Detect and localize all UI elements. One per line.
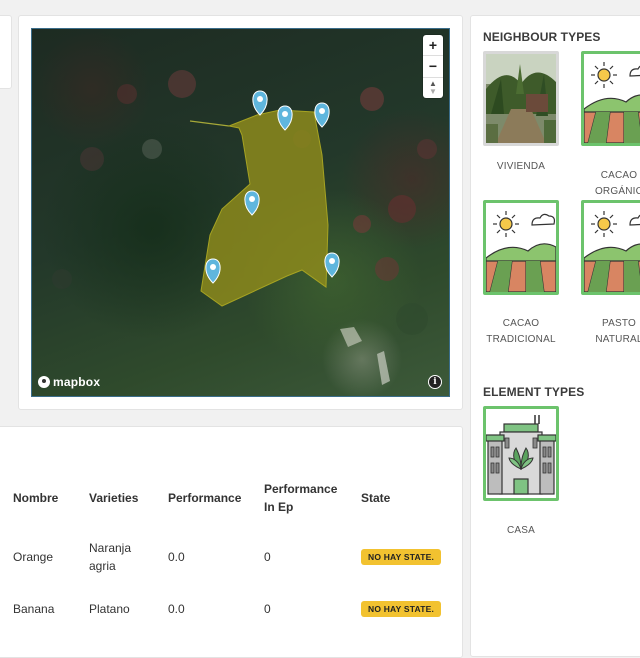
status-badge: NO HAY STATE. xyxy=(361,549,442,565)
neighbour-tile-cacao-tradicional[interactable] xyxy=(483,200,559,295)
neighbour-label: NATURAL xyxy=(595,334,640,345)
house-photo xyxy=(486,54,556,143)
neighbour-label: VIVIENDA xyxy=(496,161,546,172)
zoom-out-button[interactable]: − xyxy=(423,56,443,78)
neighbour-tile-cacao-organico[interactable] xyxy=(581,51,640,146)
element-label: CASA xyxy=(506,525,536,536)
status-badge: NO HAY STATE. xyxy=(361,601,442,617)
table-cell-performance: 0.0 xyxy=(168,602,185,616)
table-cell-performance: 0.0 xyxy=(168,550,185,564)
table-cell-nombre: Orange xyxy=(13,550,54,564)
types-panel: NEIGHBOUR TYPES VIVIENDA CACAO ORGÁNIC C… xyxy=(470,15,640,657)
table-cell-performance-ep: 0 xyxy=(264,550,271,564)
compass-button[interactable]: ▲ ▼ xyxy=(423,78,443,98)
attribution-info-button[interactable]: i xyxy=(428,375,442,389)
element-tile-casa[interactable] xyxy=(483,406,559,501)
farm-field-icon xyxy=(584,203,640,292)
neighbour-tile-vivienda[interactable] xyxy=(483,51,559,146)
mapbox-icon xyxy=(38,376,50,388)
compass-south-icon: ▼ xyxy=(429,86,437,96)
table-cell-nombre: Banana xyxy=(13,602,55,616)
mapbox-wordmark: mapbox xyxy=(53,375,101,389)
map-marker-icon[interactable] xyxy=(244,190,260,216)
farm-field-icon xyxy=(584,54,640,143)
column-header-performance: Performance xyxy=(168,491,242,505)
map-marker-icon[interactable] xyxy=(314,102,330,128)
column-header-performance-in-ep: Performance In Ep xyxy=(264,482,338,514)
column-header-state: State xyxy=(361,491,391,505)
map-marker-icon[interactable] xyxy=(252,90,268,116)
column-header-varieties: Varieties xyxy=(89,491,139,505)
neighbour-tile-pasto-natural[interactable] xyxy=(581,200,640,295)
farm-field-icon xyxy=(486,203,556,292)
zoom-controls: + − ▲ ▼ xyxy=(423,35,443,98)
map-marker-icon[interactable] xyxy=(205,258,221,284)
column-header-nombre: Nombre xyxy=(13,491,59,505)
neighbour-label: ORGÁNIC xyxy=(594,186,640,197)
table-cell-variety: Naranja agria xyxy=(89,541,132,573)
zoom-in-button[interactable]: + xyxy=(423,35,443,57)
table-cell-variety: Platano xyxy=(89,602,130,616)
table-cell-performance-ep: 0 xyxy=(264,602,271,616)
map-card: + − ▲ ▼ mapbox i xyxy=(18,15,463,410)
neighbour-label: TRADICIONAL xyxy=(486,334,556,345)
neighbour-types-title: NEIGHBOUR TYPES xyxy=(483,30,601,44)
eco-building-icon xyxy=(486,409,556,498)
satellite-map[interactable]: + − ▲ ▼ mapbox i xyxy=(31,28,450,397)
element-types-title: ELEMENT TYPES xyxy=(483,385,585,399)
mapbox-logo[interactable]: mapbox xyxy=(38,375,100,389)
map-marker-icon[interactable] xyxy=(277,105,293,131)
crops-table-card: Nombre Varieties Performance Performance… xyxy=(0,426,463,658)
map-marker-icon[interactable] xyxy=(324,252,340,278)
left-panel-edge xyxy=(0,15,12,89)
marker-layer xyxy=(205,90,340,284)
info-icon: i xyxy=(429,376,441,388)
